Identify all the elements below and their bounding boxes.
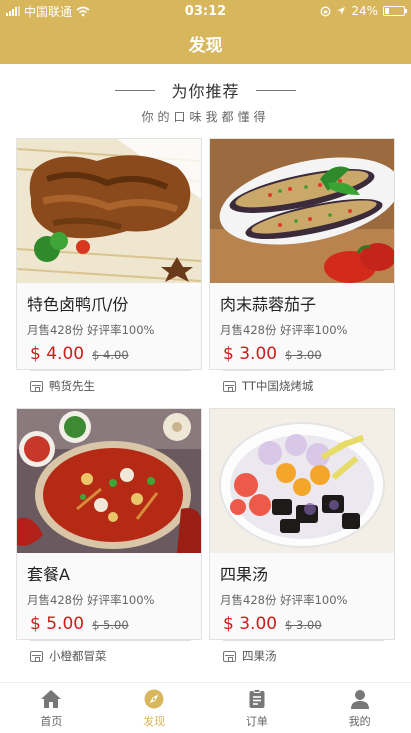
shop-icon <box>223 650 236 662</box>
status-left: 中国联通 <box>6 3 320 20</box>
tab-label: 我的 <box>348 714 371 728</box>
shop-icon <box>30 380 43 392</box>
product-stats: 月售428份 好评率100% <box>27 323 155 337</box>
product-price: $ 4.00 <box>30 344 85 364</box>
shop-icon <box>223 380 236 392</box>
product-card[interactable]: 特色卤鸭爪/份 月售428份 好评率100% $ 4.00 $ 4.00 鸭货先… <box>16 138 202 393</box>
order-icon <box>249 688 265 708</box>
original-price: $ 3.00 <box>285 618 322 632</box>
shop-icon <box>30 650 43 662</box>
carrier-label: 中国联通 <box>24 4 73 19</box>
shop-name: TT中国烧烤城 <box>242 379 314 393</box>
tab-label: 发现 <box>143 714 166 728</box>
section-header: 为你推荐 你的口味我都懂得 <box>0 64 411 130</box>
status-bar: 中国联通 03:12 24% <box>0 0 411 22</box>
signal-icon <box>6 6 20 16</box>
divider-line-left <box>115 89 156 91</box>
shop-name: 鸭货先生 <box>49 379 95 393</box>
tab-discover[interactable]: 发现 <box>103 683 206 733</box>
product-price: $ 5.00 <box>30 614 85 634</box>
wifi-icon <box>76 6 90 16</box>
tab-profile[interactable]: 我的 <box>308 683 411 733</box>
product-name: 特色卤鸭爪/份 <box>27 295 129 314</box>
shop-info[interactable]: 四果汤 <box>223 648 394 664</box>
battery-fill <box>385 8 389 14</box>
product-price: $ 3.00 <box>223 614 278 634</box>
price-row: $ 5.00 $ 5.00 <box>30 614 191 641</box>
shop-info[interactable]: 小橙都冒菜 <box>30 648 201 664</box>
original-price: $ 5.00 <box>92 618 129 632</box>
product-image-duck-feet <box>17 139 201 283</box>
shop-name: 四果汤 <box>242 649 277 663</box>
shop-name: 小橙都冒菜 <box>49 649 107 663</box>
product-price: $ 3.00 <box>223 344 278 364</box>
product-card[interactable]: 四果汤 月售428份 好评率100% $ 3.00 $ 3.00 四果汤 <box>209 408 395 663</box>
tab-label: 订单 <box>245 714 268 728</box>
product-name: 套餐A <box>27 565 70 584</box>
status-right: 24% <box>320 4 407 18</box>
shop-info[interactable]: 鸭货先生 <box>30 378 201 394</box>
battery-percent: 24% <box>351 4 378 18</box>
product-image-hotpot <box>17 409 201 553</box>
product-name: 四果汤 <box>220 565 269 584</box>
product-card[interactable]: 套餐A 月售428份 好评率100% $ 5.00 $ 5.00 小橙都冒菜 <box>16 408 202 663</box>
product-stats: 月售428份 好评率100% <box>220 593 348 607</box>
discover-icon <box>144 689 164 708</box>
tab-home[interactable]: 首页 <box>0 683 103 733</box>
tab-label: 首页 <box>40 714 63 728</box>
lock-rotation-icon <box>320 6 331 16</box>
product-image-eggplant <box>210 139 394 283</box>
nav-bar: 发现 <box>0 22 411 64</box>
profile-icon <box>350 689 369 709</box>
product-stats: 月售428份 好评率100% <box>220 323 348 337</box>
product-card[interactable]: 肉末蒜蓉茄子 月售428份 好评率100% $ 3.00 $ 3.00 TT中国… <box>209 138 395 393</box>
tab-orders[interactable]: 订单 <box>206 683 309 733</box>
divider-line-right <box>255 89 296 91</box>
price-row: $ 4.00 $ 4.00 <box>30 344 191 371</box>
product-image-fruit-soup <box>210 409 394 553</box>
battery-icon <box>383 6 407 16</box>
shop-info[interactable]: TT中国烧烤城 <box>223 378 394 394</box>
price-row: $ 3.00 $ 3.00 <box>223 344 384 371</box>
section-title: 为你推荐 <box>171 82 240 101</box>
section-title-row: 为你推荐 <box>0 78 411 102</box>
home-icon <box>41 689 62 708</box>
original-price: $ 4.00 <box>92 348 129 362</box>
price-row: $ 3.00 $ 3.00 <box>223 614 384 641</box>
product-stats: 月售428份 好评率100% <box>27 593 155 607</box>
product-name: 肉末蒜蓉茄子 <box>220 295 317 314</box>
page-title: 发现 <box>188 35 223 56</box>
section-subtitle: 你的口味我都懂得 <box>141 110 270 124</box>
original-price: $ 3.00 <box>285 348 322 362</box>
location-icon <box>337 7 346 15</box>
tab-bar: 首页 发现 订单 我的 <box>0 682 411 733</box>
